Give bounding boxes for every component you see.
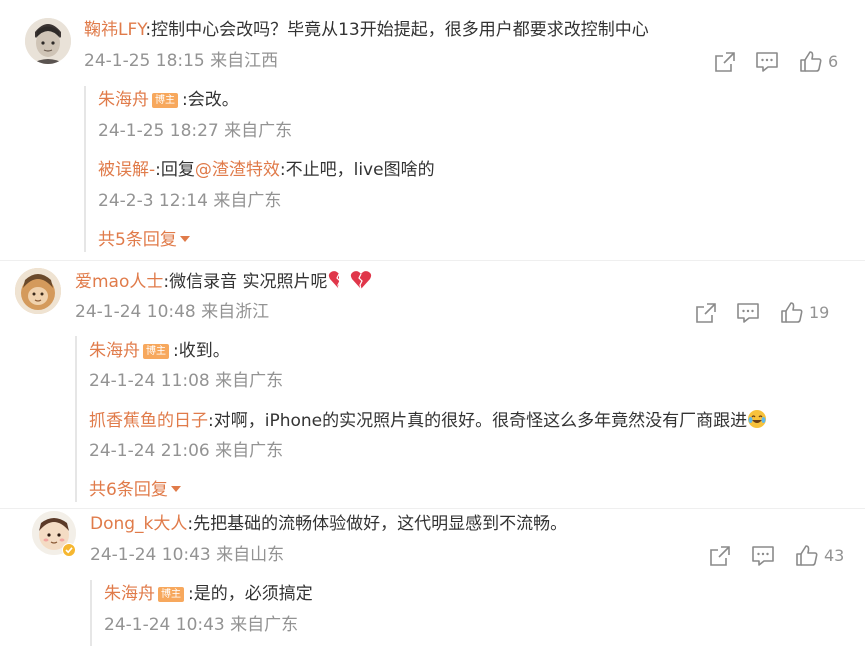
reply-thread-bar bbox=[84, 86, 86, 252]
divider bbox=[0, 260, 865, 261]
like-count: 19 bbox=[809, 303, 830, 322]
share-icon[interactable] bbox=[713, 50, 737, 74]
author-badge: 博主 bbox=[158, 587, 184, 602]
author-badge: 博主 bbox=[152, 93, 178, 108]
more-replies-link[interactable]: 共5条回复 bbox=[98, 229, 190, 251]
comment-icon[interactable] bbox=[736, 301, 760, 325]
comment-meta: 24-1-24 10:48 来自浙江 bbox=[75, 302, 270, 322]
reply-username[interactable]: 朱海舟 bbox=[89, 341, 140, 361]
reply-username[interactable]: 朱海舟 bbox=[104, 584, 155, 604]
reply-meta: 24-1-24 11:08 来自广东 bbox=[89, 371, 284, 391]
mention-link[interactable]: @渣渣特效 bbox=[195, 160, 280, 180]
comment-meta: 24-1-25 18:15 来自江西 bbox=[84, 51, 279, 71]
share-icon[interactable] bbox=[708, 544, 732, 568]
comment-text: :控制中心会改吗？毕竟从13开始提起，很多用户都要求改控制中心 bbox=[145, 20, 649, 40]
reply-username[interactable]: 被误解- bbox=[98, 160, 155, 180]
verified-badge-icon bbox=[62, 542, 76, 557]
username[interactable]: Dong_k大人 bbox=[90, 514, 187, 534]
thumbs-up-icon[interactable] bbox=[799, 50, 823, 74]
share-icon[interactable] bbox=[694, 301, 718, 325]
reply-username[interactable]: 朱海舟 bbox=[98, 90, 149, 110]
more-replies-label: 共5条回复 bbox=[98, 230, 177, 250]
caret-down-icon bbox=[179, 236, 190, 242]
reply-prefix: :回复 bbox=[155, 160, 195, 180]
reply-meta: 24-2-3 12:14 来自广东 bbox=[98, 191, 282, 211]
comment-icon[interactable] bbox=[751, 544, 775, 568]
avatar[interactable] bbox=[15, 268, 61, 314]
divider bbox=[0, 508, 865, 509]
comment-text: :微信录音 实况照片呢 bbox=[163, 272, 328, 292]
reply-meta: 24-1-24 10:43 来自广东 bbox=[104, 615, 299, 635]
reply-text: :会改。 bbox=[182, 90, 239, 110]
thumbs-up-icon[interactable] bbox=[780, 301, 804, 325]
username[interactable]: 爱mao人士 bbox=[75, 272, 163, 292]
username[interactable]: 鞠祎LFY bbox=[84, 20, 145, 40]
reply-text: :是的，必须搞定 bbox=[188, 584, 313, 604]
comment-text: :先把基础的流畅体验做好，这代明显感到不流畅。 bbox=[187, 514, 568, 534]
broken-heart-emoji bbox=[350, 270, 372, 296]
broken-heart-emoji bbox=[328, 270, 350, 296]
reply-text: :对啊，iPhone的实况照片真的很好。很奇怪这么多年竟然没有厂商跟进 bbox=[208, 411, 748, 431]
comment-icon[interactable] bbox=[755, 50, 779, 74]
avatar[interactable] bbox=[25, 18, 71, 64]
caret-down-icon bbox=[170, 486, 181, 492]
like-count: 6 bbox=[828, 52, 839, 71]
reply-thread-bar bbox=[90, 580, 92, 646]
reply-meta: 24-1-25 18:27 来自广东 bbox=[98, 121, 293, 141]
more-replies-label: 共6条回复 bbox=[89, 480, 168, 500]
reply-username[interactable]: 抓香蕉鱼的日子 bbox=[89, 411, 208, 431]
reply-thread-bar bbox=[75, 336, 77, 502]
author-badge: 博主 bbox=[143, 344, 169, 359]
thumbs-up-icon[interactable] bbox=[795, 544, 819, 568]
more-replies-link[interactable]: 共6条回复 bbox=[89, 479, 181, 501]
comment-meta: 24-1-24 10:43 来自山东 bbox=[90, 545, 285, 565]
reply-meta: 24-1-24 21:06 来自广东 bbox=[89, 441, 284, 461]
like-count: 43 bbox=[824, 546, 845, 565]
reply-text: :收到。 bbox=[173, 341, 230, 361]
laugh-cry-emoji bbox=[747, 409, 767, 435]
reply-text: :不止吧，live图啥的 bbox=[279, 160, 435, 180]
